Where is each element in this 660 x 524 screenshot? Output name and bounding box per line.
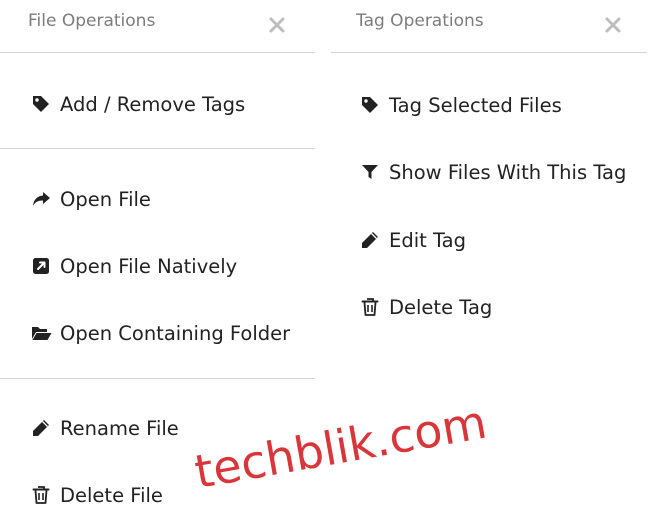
menu-item-edit-tag[interactable]: Edit Tag [359, 225, 466, 255]
folder-open-icon [30, 322, 52, 344]
menu-item-delete-file[interactable]: Delete File [30, 480, 163, 510]
share-arrow-icon [30, 188, 52, 210]
menu-item-label: Show Files With This Tag [389, 160, 627, 184]
close-tag-operations-button[interactable] [602, 14, 624, 36]
menu-item-label: Open Containing Folder [60, 321, 291, 345]
menu-item-add-remove-tags[interactable]: Add / Remove Tags [30, 89, 245, 119]
filter-icon [359, 161, 381, 183]
tag-operations-title: Tag Operations [356, 11, 484, 31]
trash-icon [30, 484, 52, 506]
menu-item-label: Tag Selected Files [389, 93, 562, 117]
divider [0, 148, 315, 149]
menu-item-open-file-natively[interactable]: Open File Natively [30, 251, 237, 281]
menu-item-label: Open File Natively [60, 254, 238, 278]
file-operations-header: File Operations [0, 0, 315, 53]
close-file-operations-button[interactable] [266, 14, 288, 36]
pencil-icon [30, 417, 52, 439]
menu-item-open-file[interactable]: Open File [30, 184, 151, 214]
file-operations-title: File Operations [28, 11, 156, 31]
trash-icon [359, 296, 381, 318]
tag-operations-header: Tag Operations [331, 0, 647, 53]
close-icon [605, 17, 621, 33]
menu-item-tag-selected-files[interactable]: Tag Selected Files [359, 90, 562, 120]
menu-item-label: Delete File [60, 483, 163, 507]
menu-item-label: Open File [60, 187, 151, 211]
tag-icon [359, 94, 381, 116]
divider [0, 378, 315, 379]
menu-item-label: Delete Tag [389, 295, 493, 319]
pencil-icon [359, 229, 381, 251]
tag-icon [30, 93, 52, 115]
external-link-square-icon [30, 255, 52, 277]
menu-item-show-files-with-this-tag[interactable]: Show Files With This Tag [359, 157, 626, 187]
menu-item-label: Edit Tag [389, 228, 466, 252]
menu-item-label: Rename File [60, 416, 179, 440]
close-icon [269, 17, 285, 33]
menu-item-rename-file[interactable]: Rename File [30, 413, 179, 443]
menu-item-open-containing-folder[interactable]: Open Containing Folder [30, 318, 290, 348]
menu-item-delete-tag[interactable]: Delete Tag [359, 292, 492, 322]
menu-item-label: Add / Remove Tags [60, 92, 246, 116]
